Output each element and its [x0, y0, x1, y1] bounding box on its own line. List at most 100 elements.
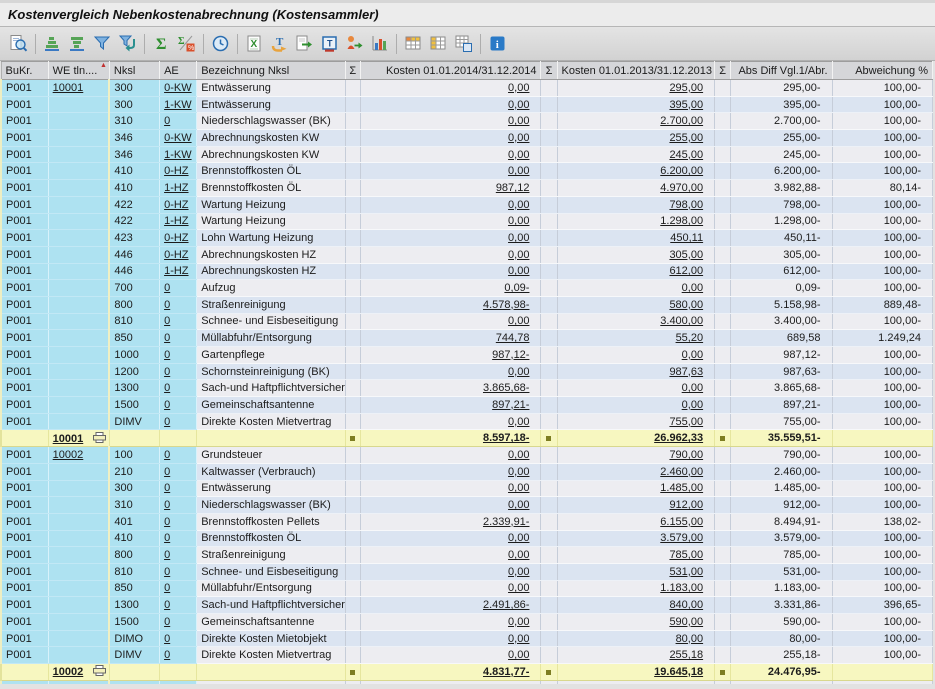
graphic-icon[interactable]: [367, 31, 392, 56]
cell-ae[interactable]: 0: [160, 547, 197, 564]
cell-kosten-2014[interactable]: 0,00: [360, 313, 541, 330]
cell-ae[interactable]: 0-HZ: [160, 196, 197, 213]
layout-grid-icon[interactable]: [401, 31, 426, 56]
cell-kosten-2013[interactable]: 0,00: [557, 397, 715, 414]
col-header-ae[interactable]: AE: [160, 62, 197, 80]
cell-ae[interactable]: 0: [160, 447, 197, 464]
cell-ae[interactable]: 0: [160, 497, 197, 514]
cell-kosten-2013[interactable]: 4.970,00: [557, 180, 715, 197]
cell-ae[interactable]: 0: [160, 313, 197, 330]
cell-kosten-2014[interactable]: 0,00: [360, 113, 541, 130]
cell-kosten-2013[interactable]: 55,20: [557, 330, 715, 347]
cell-kosten-2014[interactable]: 2.491,86-: [360, 597, 541, 614]
cell-kosten-2014[interactable]: 3.865,68-: [360, 380, 541, 397]
cell-ae[interactable]: 0: [160, 463, 197, 480]
cell-kosten-2014[interactable]: 0,00: [360, 563, 541, 580]
cell-kosten-2014[interactable]: 0,09-: [360, 280, 541, 297]
cell-kosten-2014[interactable]: 987,12: [360, 180, 541, 197]
cell-kosten-2014[interactable]: 0,00: [360, 480, 541, 497]
cell-ae[interactable]: 0: [160, 563, 197, 580]
cell-kosten-2013[interactable]: 785,00: [557, 547, 715, 564]
cell-kosten-2014[interactable]: 0,00: [360, 580, 541, 597]
cell-kosten-2013[interactable]: 295,00: [557, 80, 715, 97]
col-header-bez[interactable]: Bezeichnung Nksl: [197, 62, 346, 80]
cell-kosten-2013[interactable]: 612,00: [557, 263, 715, 280]
sum-icon[interactable]: Σ: [149, 31, 174, 56]
cell-ae[interactable]: 0-KW: [160, 80, 197, 97]
info-icon[interactable]: i: [485, 31, 510, 56]
col-header-k2014[interactable]: Kosten 01.01.2014/31.12.2014: [360, 62, 541, 80]
col-header-sigma1[interactable]: Σ: [345, 62, 360, 80]
cell-ae[interactable]: 0: [160, 280, 197, 297]
cell-kosten-2013[interactable]: 590,00: [557, 614, 715, 631]
cell-ae[interactable]: 0: [160, 397, 197, 414]
col-header-we[interactable]: WE tln....▲: [48, 62, 109, 80]
cell-kosten-2013[interactable]: 2.700,00: [557, 113, 715, 130]
cell-kosten-2014[interactable]: 0,00: [360, 196, 541, 213]
set-filter-icon[interactable]: [90, 31, 115, 56]
printer-icon[interactable]: [93, 665, 106, 676]
cell-ae[interactable]: 0: [160, 513, 197, 530]
cell-ae[interactable]: 0-KW: [160, 130, 197, 147]
cell-ae[interactable]: 0: [160, 530, 197, 547]
cell-ae[interactable]: 0-HZ: [160, 163, 197, 180]
subtotal-icon[interactable]: Σ%: [174, 31, 199, 56]
abc-analysis-icon[interactable]: [342, 31, 367, 56]
cell-ae[interactable]: 1-KW: [160, 146, 197, 163]
cell-ae[interactable]: 0: [160, 647, 197, 664]
cell-kosten-2014[interactable]: 744,78: [360, 330, 541, 347]
cell-kosten-2013[interactable]: 531,00: [557, 563, 715, 580]
cell-ae[interactable]: 0: [160, 347, 197, 364]
cell-kosten-2014[interactable]: 0,00: [360, 230, 541, 247]
cell-ae[interactable]: 0: [160, 330, 197, 347]
cell-kosten-2014[interactable]: 0,00: [360, 146, 541, 163]
cell-kosten-2014[interactable]: 0,00: [360, 463, 541, 480]
cell-ae[interactable]: 0: [160, 580, 197, 597]
cell-kosten-2013[interactable]: 0,00: [557, 380, 715, 397]
cell-kosten-2014[interactable]: 0,00: [360, 614, 541, 631]
cell-kosten-2013[interactable]: 2.460,00: [557, 463, 715, 480]
cell-ae[interactable]: 0: [160, 480, 197, 497]
cell-kosten-2014[interactable]: 0,00: [360, 547, 541, 564]
cell-kosten-2013[interactable]: 580,00: [557, 296, 715, 313]
cell-kosten-2013[interactable]: 790,00: [557, 447, 715, 464]
cell-kosten-2014[interactable]: 0,00: [360, 96, 541, 113]
cell-kosten-2013[interactable]: 3.400,00: [557, 313, 715, 330]
cell-kosten-2013[interactable]: 1.298,00: [557, 213, 715, 230]
cell-ae[interactable]: 1-KW: [160, 96, 197, 113]
detail-icon[interactable]: [6, 31, 31, 56]
cell-ae[interactable]: 1-HZ: [160, 180, 197, 197]
printer-icon[interactable]: [93, 432, 106, 443]
cell-kosten-2013[interactable]: 798,00: [557, 196, 715, 213]
change-layout-icon[interactable]: [426, 31, 451, 56]
cell-kosten-2014[interactable]: 0,00: [360, 630, 541, 647]
cell-kosten-2013[interactable]: 755,00: [557, 413, 715, 430]
cell-kosten-2014[interactable]: 0,00: [360, 363, 541, 380]
cell-kosten-2014[interactable]: 0,00: [360, 413, 541, 430]
cell-ae[interactable]: 0-HZ: [160, 246, 197, 263]
cell-ae[interactable]: 0: [160, 380, 197, 397]
word-export-icon[interactable]: T: [267, 31, 292, 56]
cell-ae[interactable]: 1-HZ: [160, 263, 197, 280]
cell-kosten-2013[interactable]: 395,00: [557, 96, 715, 113]
cell-kosten-2014-subtotal[interactable]: 4.831,77-: [360, 664, 541, 681]
cell-ae[interactable]: 0: [160, 113, 197, 130]
cell-kosten-2014[interactable]: 0,00: [360, 80, 541, 97]
cell-ae[interactable]: 1-HZ: [160, 213, 197, 230]
subtotal-we-link[interactable]: 10001: [53, 433, 84, 445]
cell-kosten-2014[interactable]: 0,00: [360, 497, 541, 514]
sort-descending-icon[interactable]: [65, 31, 90, 56]
cell-kosten-2014[interactable]: 0,00: [360, 213, 541, 230]
col-header-bukr[interactable]: BuKr.: [1, 62, 48, 80]
cell-kosten-2014[interactable]: 0,00: [360, 130, 541, 147]
cell-kosten-2013[interactable]: 80,00: [557, 630, 715, 647]
cell-kosten-2014[interactable]: 897,21-: [360, 397, 541, 414]
col-header-abw[interactable]: Abweichung %: [832, 62, 932, 80]
col-header-k2013[interactable]: Kosten 01.01.2013/31.12.2013: [557, 62, 715, 80]
sort-ascending-icon[interactable]: [40, 31, 65, 56]
cell-ae[interactable]: 0: [160, 597, 197, 614]
cell-ae[interactable]: 0: [160, 614, 197, 631]
cell-kosten-2014[interactable]: 987,12-: [360, 347, 541, 364]
cell-kosten-2013[interactable]: 0,00: [557, 347, 715, 364]
col-header-sigma2[interactable]: Σ: [541, 62, 557, 80]
